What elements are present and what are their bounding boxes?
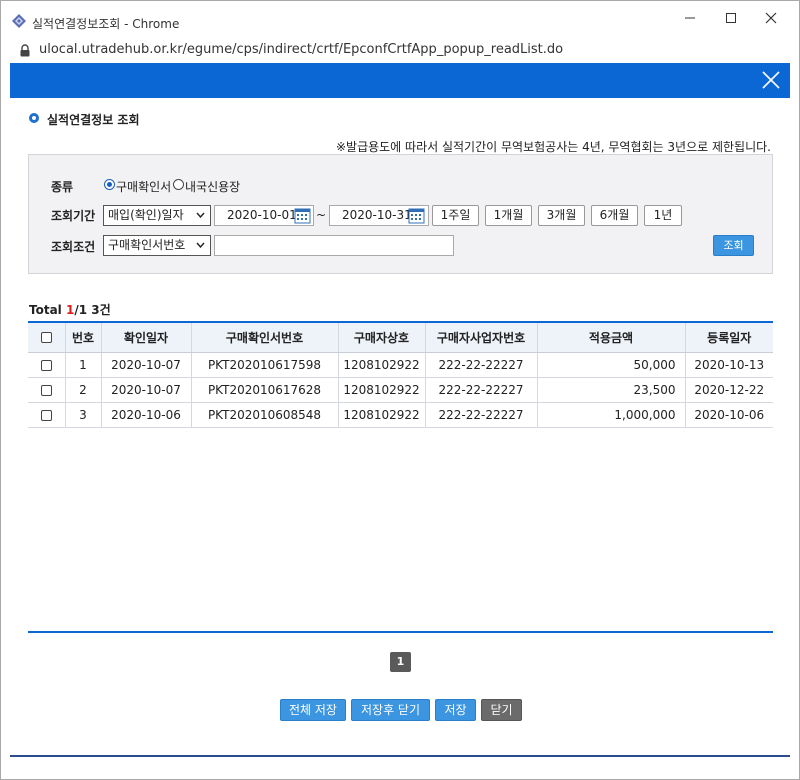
col-header-no: 번호: [65, 322, 102, 353]
popup-close-icon[interactable]: [760, 69, 782, 91]
condition-select-value: 구매확인서번호: [108, 238, 186, 252]
cell-amount: 50,000: [537, 352, 686, 378]
period-type-value: 매입(확인)일자: [108, 208, 184, 222]
row-checkbox[interactable]: [40, 409, 52, 421]
total-count: Total 1/1 3건: [29, 301, 111, 318]
period-6month-button[interactable]: 6개월: [591, 205, 638, 226]
col-header-buyer-biz-no: 구매자사업자번호: [425, 322, 538, 353]
search-button[interactable]: 조회: [713, 235, 754, 256]
save-button[interactable]: 저장: [435, 699, 476, 721]
maximize-button[interactable]: [716, 9, 746, 31]
period-type-select[interactable]: 매입(확인)일자: [103, 205, 211, 226]
popup-header: [10, 63, 790, 98]
period-1year-button[interactable]: 1년: [644, 205, 682, 226]
total-prefix: Total: [29, 303, 62, 317]
select-all-checkbox[interactable]: [40, 332, 52, 344]
period-3month-button[interactable]: 3개월: [538, 205, 585, 226]
col-header-confirmation-no: 구매확인서번호: [191, 322, 339, 353]
cell-confirmation-no: PKT202010617628: [191, 377, 339, 403]
table-row[interactable]: 1 2020-10-07 PKT202010617598 1208102922 …: [28, 352, 773, 378]
cell-confirmation-no: PKT202010617598: [191, 352, 339, 378]
cell-amount: 23,500: [537, 377, 686, 403]
cell-reg-date: 2020-12-22: [685, 377, 773, 403]
maximize-icon: [726, 13, 736, 23]
cell-confirm-date: 2020-10-07: [101, 352, 192, 378]
url-text: ulocal.utradehub.or.kr/egume/cps/indirec…: [39, 42, 564, 57]
cell-buyer-biz-no: 222-22-22227: [425, 377, 538, 403]
cell-buyer-biz-no: 222-22-22227: [425, 352, 538, 378]
table-row[interactable]: 3 2020-10-06 PKT202010608548 1208102922 …: [28, 402, 773, 428]
select-all-cell: [28, 322, 66, 353]
section-title: 실적연결정보 조회: [47, 113, 140, 127]
minimize-icon: [685, 17, 695, 19]
cell-amount: 1,000,000: [537, 402, 686, 428]
condition-select[interactable]: 구매확인서번호: [103, 235, 211, 256]
calendar-icon[interactable]: [294, 207, 311, 224]
cell-buyer-biz-no: 222-22-22227: [425, 402, 538, 428]
page-button-1[interactable]: 1: [390, 652, 411, 672]
col-header-amount: 적용금액: [537, 322, 686, 353]
chevron-down-icon: [196, 242, 205, 248]
app-logo-icon: [12, 14, 26, 28]
period-1week-button[interactable]: 1주일: [432, 205, 479, 226]
row-checkbox-cell: [28, 352, 66, 378]
period-notice: ※발급용도에 따라서 실적기간이 무역보험공사는 4년, 무역협회는 3년으로 …: [335, 140, 771, 154]
cell-no: 3: [65, 402, 102, 428]
row-checkbox-cell: [28, 402, 66, 428]
cell-no: 1: [65, 352, 102, 378]
row-checkbox[interactable]: [40, 359, 52, 371]
period-1month-button[interactable]: 1개월: [485, 205, 532, 226]
period-label: 조회기간: [51, 209, 96, 223]
lock-icon: [20, 44, 30, 57]
chevron-down-icon: [196, 212, 205, 218]
cell-buyer-name: 1208102922: [338, 352, 426, 378]
search-panel: 종류 구매확인서 내국신용장 조회기간 매입(확인)일자 2020-10-01 …: [28, 154, 773, 274]
cell-confirmation-no: PKT202010608548: [191, 402, 339, 428]
date-range-separator: ~: [316, 208, 327, 222]
save-and-close-button[interactable]: 저장후 닫기: [351, 699, 430, 721]
close-button[interactable]: 닫기: [481, 699, 522, 721]
col-header-reg-date: 등록일자: [685, 322, 773, 353]
title-bar: 실적연결정보조회 - Chrome: [1, 1, 799, 39]
type-label: 종류: [51, 180, 74, 194]
radio-local-lc[interactable]: [173, 179, 184, 190]
cell-reg-date: 2020-10-13: [685, 352, 773, 378]
cell-no: 2: [65, 377, 102, 403]
result-table: 번호 확인일자 구매확인서번호 구매자상호 구매자사업자번호 적용금액 등록일자…: [28, 321, 773, 428]
calendar-icon[interactable]: [408, 207, 425, 224]
browser-window: 실적연결정보조회 - Chrome ulocal.utradehub.or.kr…: [0, 0, 800, 780]
radio-purchase-confirmation-label: 구매확인서: [116, 180, 172, 194]
address-bar[interactable]: ulocal.utradehub.or.kr/egume/cps/indirec…: [1, 39, 799, 63]
radio-local-lc-label: 내국신용장: [185, 180, 241, 194]
close-icon: [765, 12, 777, 24]
cell-confirm-date: 2020-10-06: [101, 402, 192, 428]
window-close-button[interactable]: [756, 9, 786, 31]
window-title: 실적연결정보조회 - Chrome: [32, 17, 180, 31]
total-rest: /1 3건: [74, 303, 111, 317]
table-row[interactable]: 2 2020-10-07 PKT202010617628 1208102922 …: [28, 377, 773, 403]
minimize-button[interactable]: [675, 9, 705, 31]
row-checkbox-cell: [28, 377, 66, 403]
cell-buyer-name: 1208102922: [338, 377, 426, 403]
col-header-buyer-name: 구매자상호: [338, 322, 426, 353]
save-all-button[interactable]: 전체 저장: [280, 699, 346, 721]
condition-label: 조회조건: [51, 240, 96, 254]
cell-reg-date: 2020-10-06: [685, 402, 773, 428]
condition-input[interactable]: [214, 235, 454, 256]
row-checkbox[interactable]: [40, 384, 52, 396]
popup-bottom-border: [10, 755, 790, 757]
cell-buyer-name: 1208102922: [338, 402, 426, 428]
col-header-confirm-date: 확인일자: [101, 322, 192, 353]
table-header-row: 번호 확인일자 구매확인서번호 구매자상호 구매자사업자번호 적용금액 등록일자: [28, 322, 773, 353]
table-bottom-border: [28, 631, 773, 633]
radio-purchase-confirmation[interactable]: [104, 179, 115, 190]
cell-confirm-date: 2020-10-07: [101, 377, 192, 403]
